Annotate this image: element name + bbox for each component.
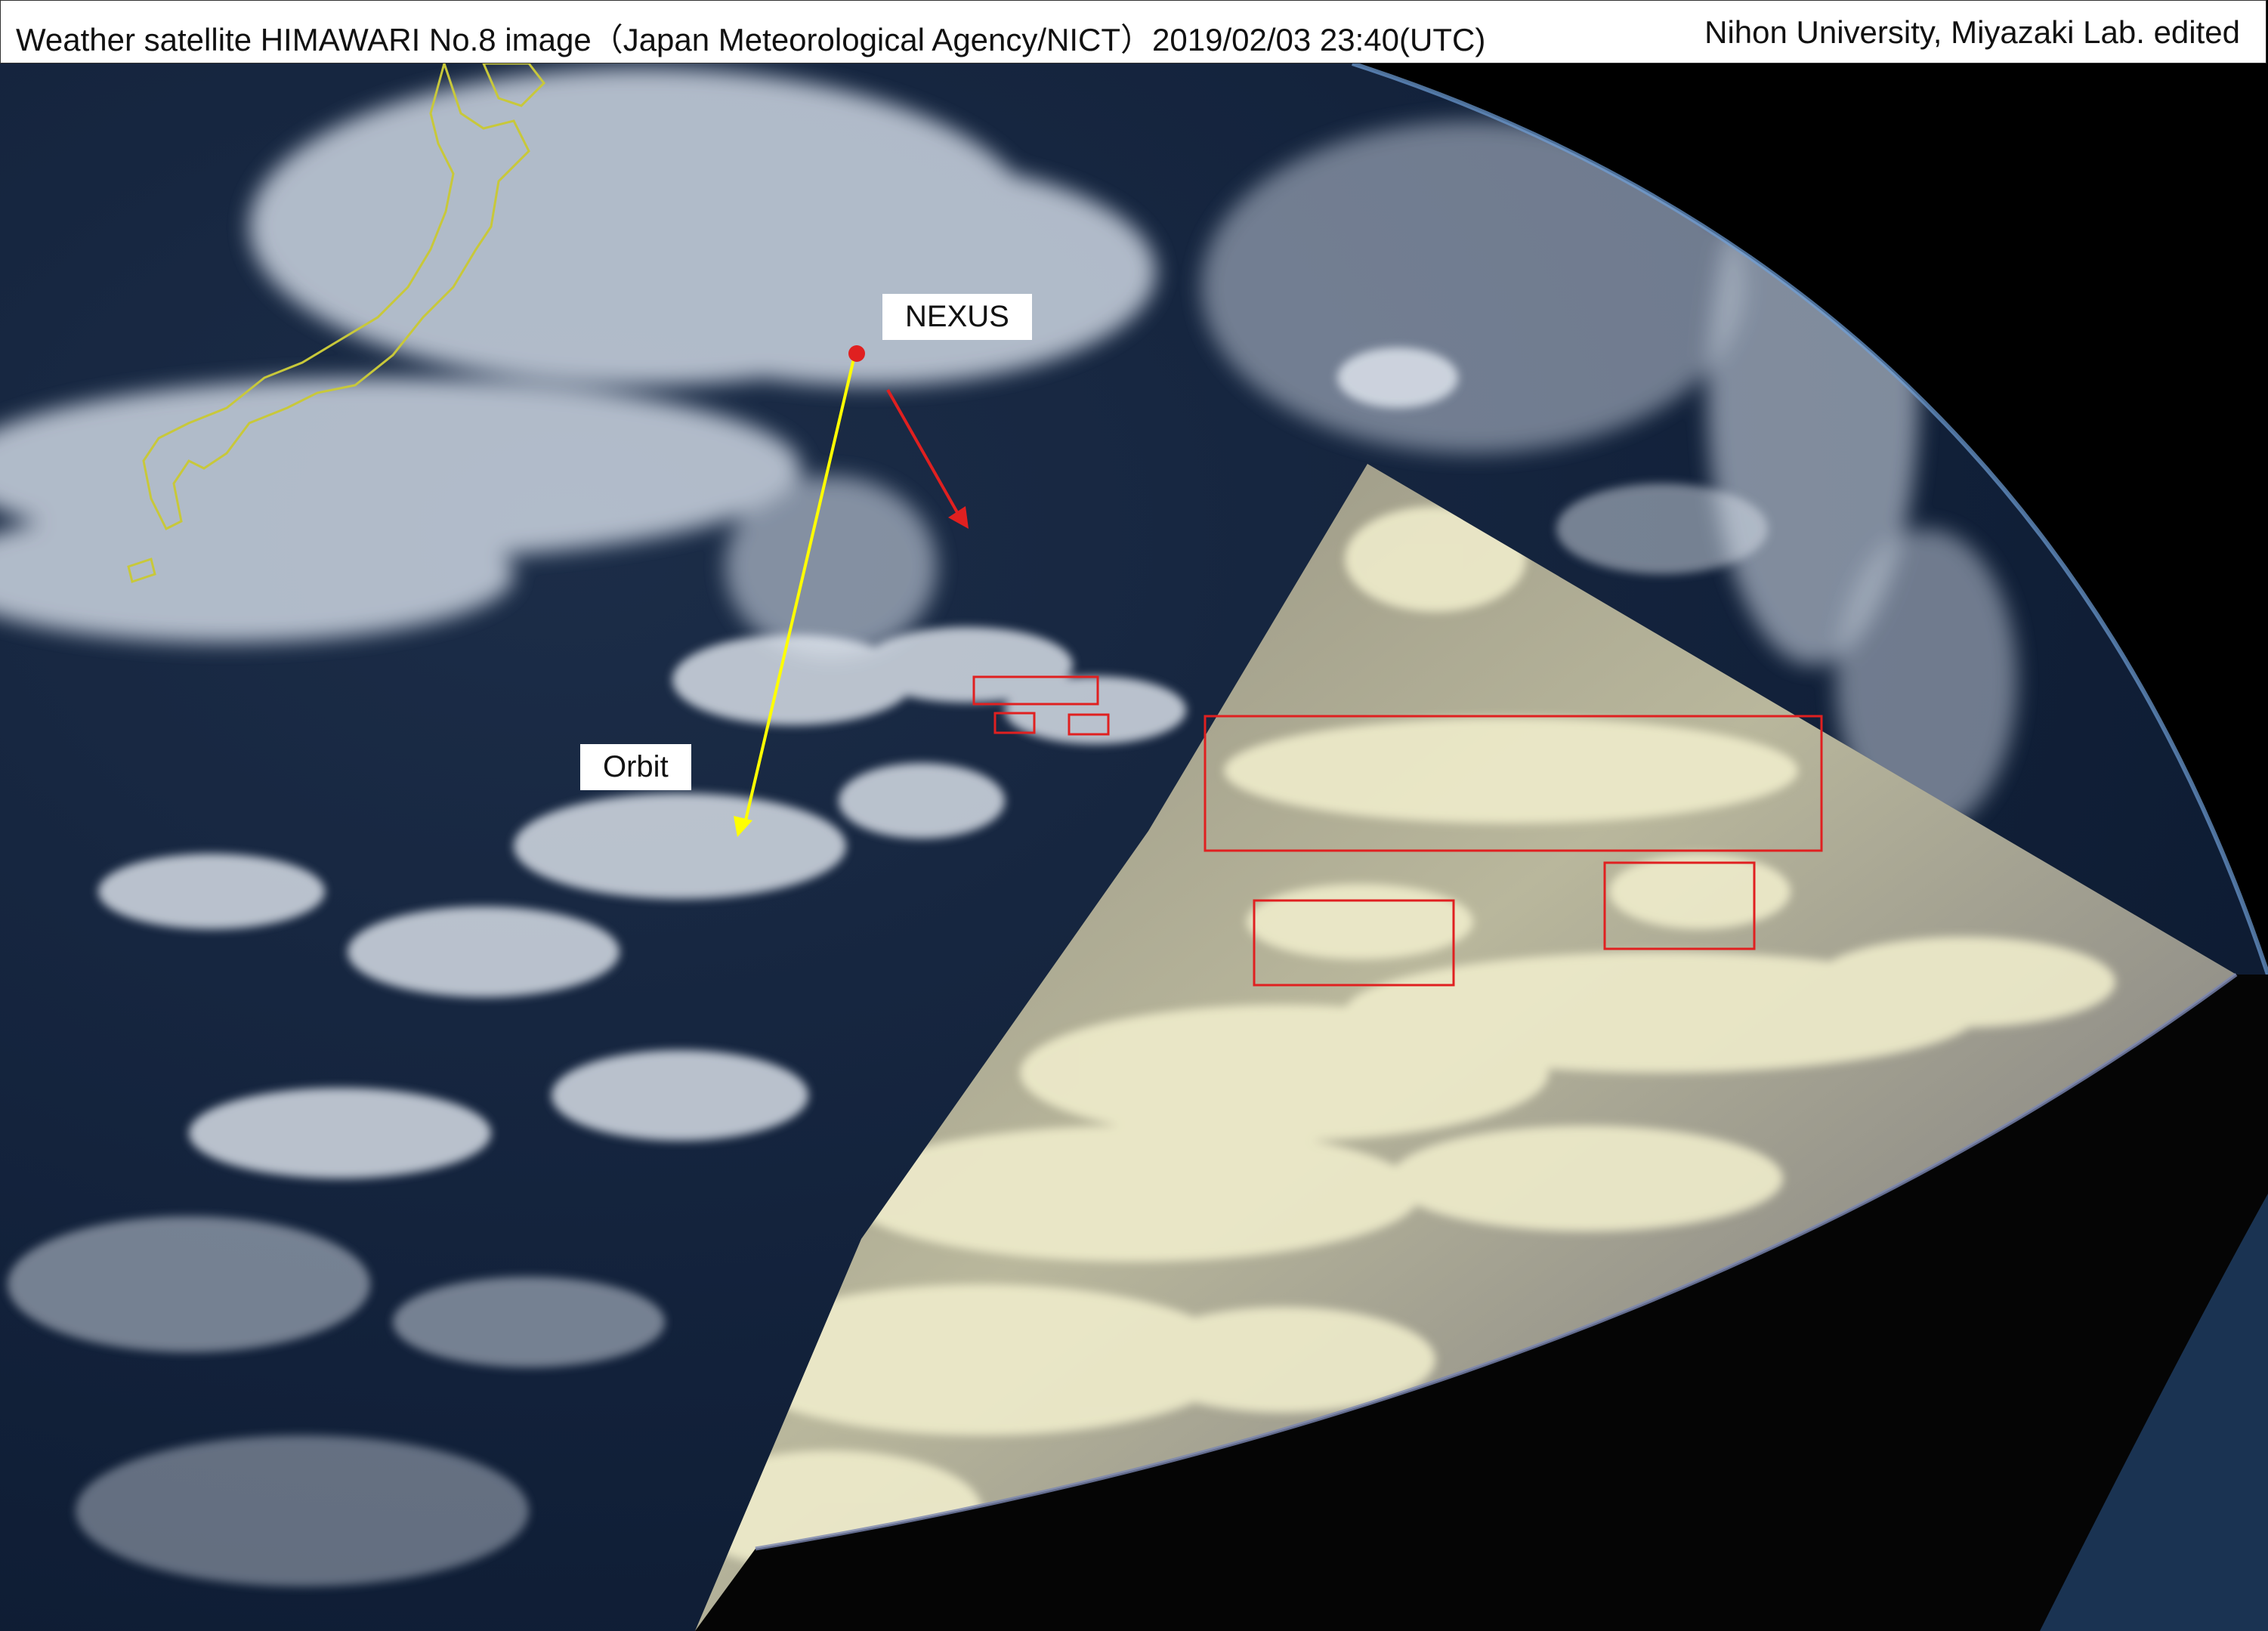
orbit-label: Orbit — [580, 744, 691, 790]
satellite-image — [0, 63, 2268, 1631]
caption-source: Weather satellite HIMAWARI No.8 image（Ja… — [16, 22, 1486, 57]
caption-credit: Nihon University, Miyazaki Lab. edited — [1704, 14, 2240, 50]
image-caption-bar: Weather satellite HIMAWARI No.8 image（Ja… — [0, 0, 2266, 63]
nexus-label: NEXUS — [882, 294, 1032, 340]
nexus-position-marker — [848, 345, 865, 362]
